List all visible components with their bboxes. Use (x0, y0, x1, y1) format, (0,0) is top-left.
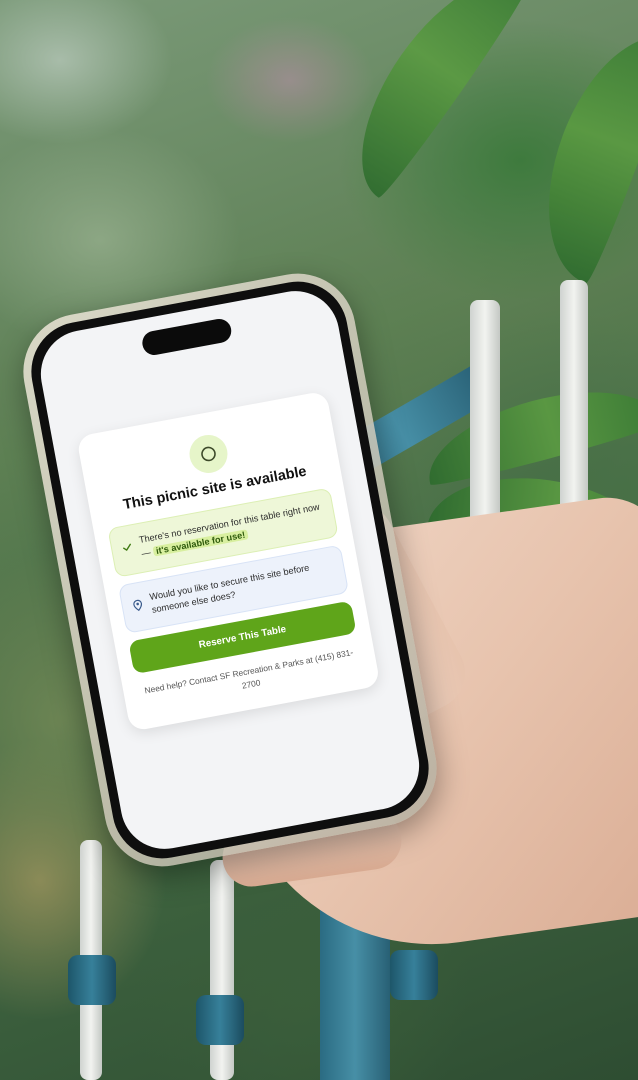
railing-ring (196, 995, 244, 1045)
circle-icon (186, 431, 231, 477)
railing-ring (390, 950, 438, 1000)
availability-card: This picnic site is available There's no… (76, 390, 381, 732)
check-icon (121, 542, 134, 558)
location-pin-icon (132, 598, 145, 616)
railing-post (210, 860, 234, 1080)
dynamic-island (140, 316, 234, 357)
railing-ring (68, 955, 116, 1005)
foliage-leaf (326, 0, 534, 202)
foliage-leaf (517, 14, 638, 286)
